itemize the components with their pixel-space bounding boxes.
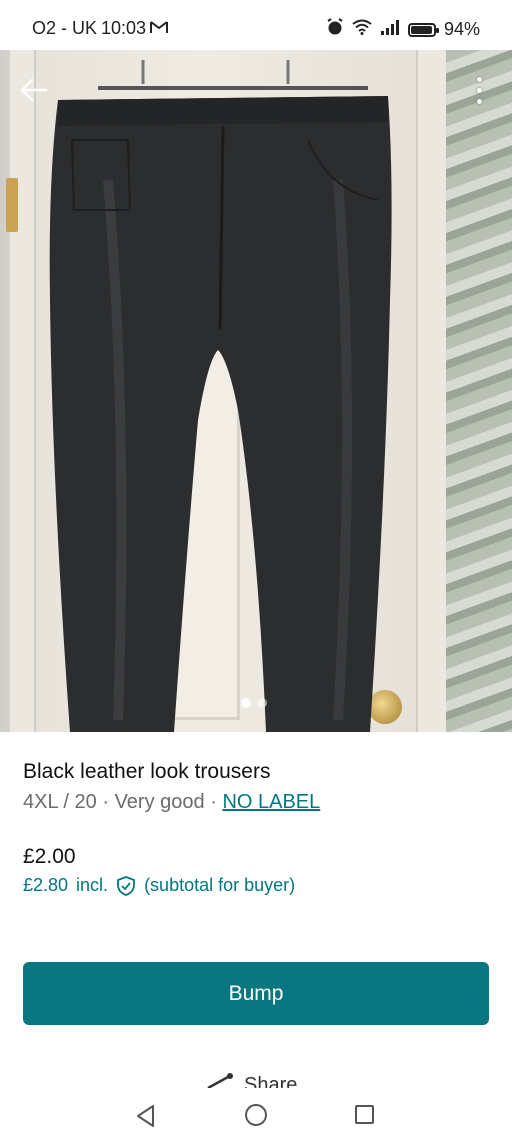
- bump-button[interactable]: Bump: [23, 962, 489, 1025]
- battery-fill: [410, 25, 432, 34]
- battery-icon: [407, 22, 439, 37]
- status-right: 94%: [326, 18, 480, 41]
- battery-percent: 94%: [443, 19, 480, 39]
- wifi-icon: [352, 19, 372, 40]
- item-size: 4XL / 20: [23, 791, 97, 813]
- share-button[interactable]: Share: [206, 1070, 326, 1088]
- signal-icon: [380, 19, 400, 40]
- carrier-label: O2 - UK: [32, 18, 98, 38]
- share-icon: [207, 1073, 233, 1088]
- more-vertical-icon-dot: [476, 87, 482, 93]
- gmail-icon: [150, 18, 169, 39]
- incl-label: incl.: [76, 875, 109, 895]
- item-photo-carousel[interactable]: [0, 50, 512, 732]
- nav-recents-button[interactable]: [355, 1105, 374, 1124]
- back-button[interactable]: [14, 70, 54, 110]
- meta-separator: ·: [102, 791, 109, 813]
- shield-check-icon: [116, 875, 136, 896]
- clock: 10:03: [101, 18, 147, 38]
- nav-home-button[interactable]: [245, 1104, 267, 1126]
- item-price: £2.00: [23, 845, 76, 868]
- status-left: O2 - UK 10:03: [32, 18, 169, 39]
- item-condition: Very good: [114, 791, 205, 813]
- door-frame: [10, 50, 36, 732]
- arrow-left-icon: [20, 78, 48, 102]
- more-options-button[interactable]: [464, 70, 494, 110]
- more-vertical-icon-dot: [476, 76, 482, 82]
- buyer-price: £2.80: [23, 875, 69, 895]
- photo-page-indicator: [241, 698, 267, 708]
- buyer-note: (subtotal for buyer): [144, 875, 296, 895]
- triangle-back-icon: [137, 1105, 154, 1127]
- buyer-price-row[interactable]: £2.80 incl. (subtotal for buyer): [23, 875, 295, 896]
- wallpaper: [446, 50, 512, 732]
- status-bar: O2 - UK 10:03 94%: [0, 0, 512, 50]
- page-indicator-dot: [257, 698, 267, 708]
- trousers-image: [49, 60, 392, 732]
- page-indicator-dot: [241, 698, 251, 708]
- door-hinge: [6, 178, 18, 232]
- alarm-icon: [326, 18, 344, 41]
- item-title: Black leather look trousers: [23, 760, 271, 783]
- more-vertical-icon-dot: [476, 98, 482, 104]
- system-nav-bar: [0, 1088, 512, 1143]
- item-brand-link[interactable]: NO LABEL: [222, 791, 320, 813]
- meta-separator: ·: [210, 791, 217, 813]
- item-meta: 4XL / 20 · Very good · NO LABEL: [23, 791, 320, 814]
- nav-back-button[interactable]: [135, 1104, 157, 1133]
- share-label: Share: [244, 1074, 298, 1088]
